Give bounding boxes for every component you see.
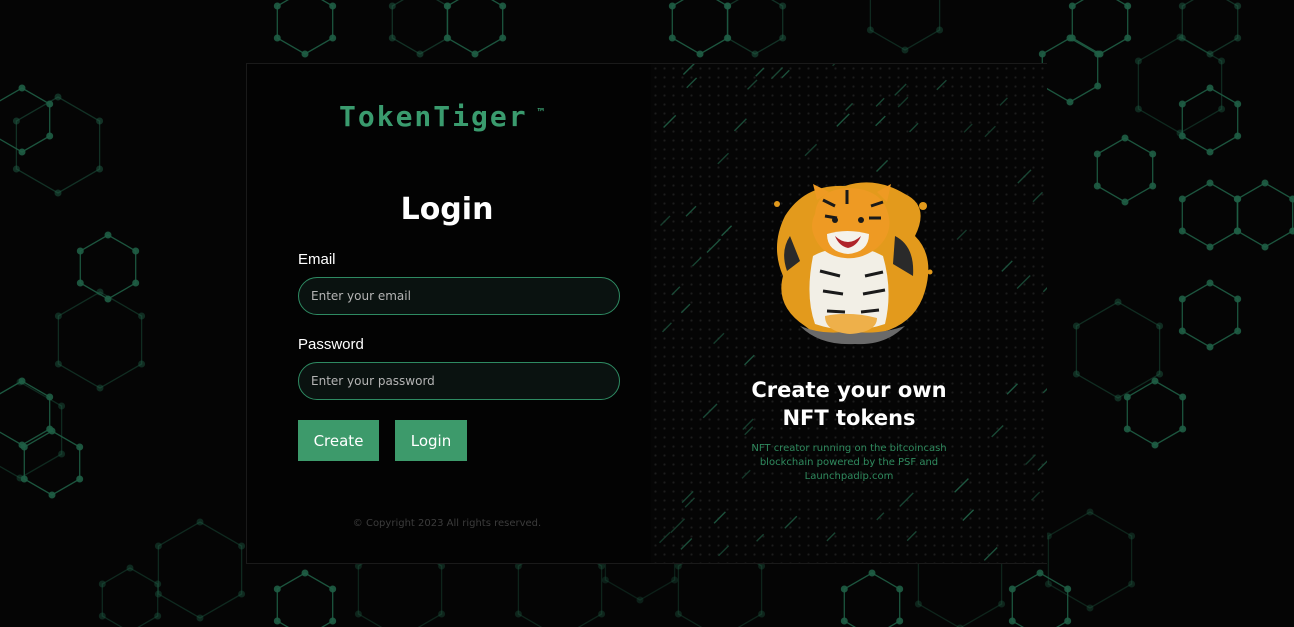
copyright-text: © Copyright 2023 All rights reserved. — [352, 518, 542, 529]
email-input[interactable] — [298, 277, 620, 315]
brand-logo: TokenTiger ™ — [339, 100, 544, 133]
password-label: Password — [298, 336, 364, 353]
promo-description: NFT creator running on the bitcoincash b… — [751, 443, 947, 482]
create-button[interactable]: Create — [298, 420, 379, 461]
login-panel: TokenTiger™ Login Email Password Create … — [247, 64, 647, 563]
promo-heading-line2: NFT tokens — [782, 406, 916, 430]
promo-heading-line1: Create your own — [751, 378, 947, 402]
trademark-symbol: ™ — [537, 106, 545, 119]
password-input[interactable] — [298, 362, 620, 400]
promo-panel: Create your own NFT tokens NFT creator r… — [651, 64, 1047, 563]
brand-name: TokenTiger — [339, 100, 528, 133]
login-title: Login — [400, 192, 494, 227]
login-card: TokenTiger ™ Login Email Password Create … — [246, 63, 1047, 564]
email-label: Email — [298, 251, 336, 268]
login-button[interactable]: Login — [395, 420, 467, 461]
tiger-mascot-image — [774, 182, 933, 345]
promo-heading: Create your own NFT tokens — [651, 376, 1047, 432]
